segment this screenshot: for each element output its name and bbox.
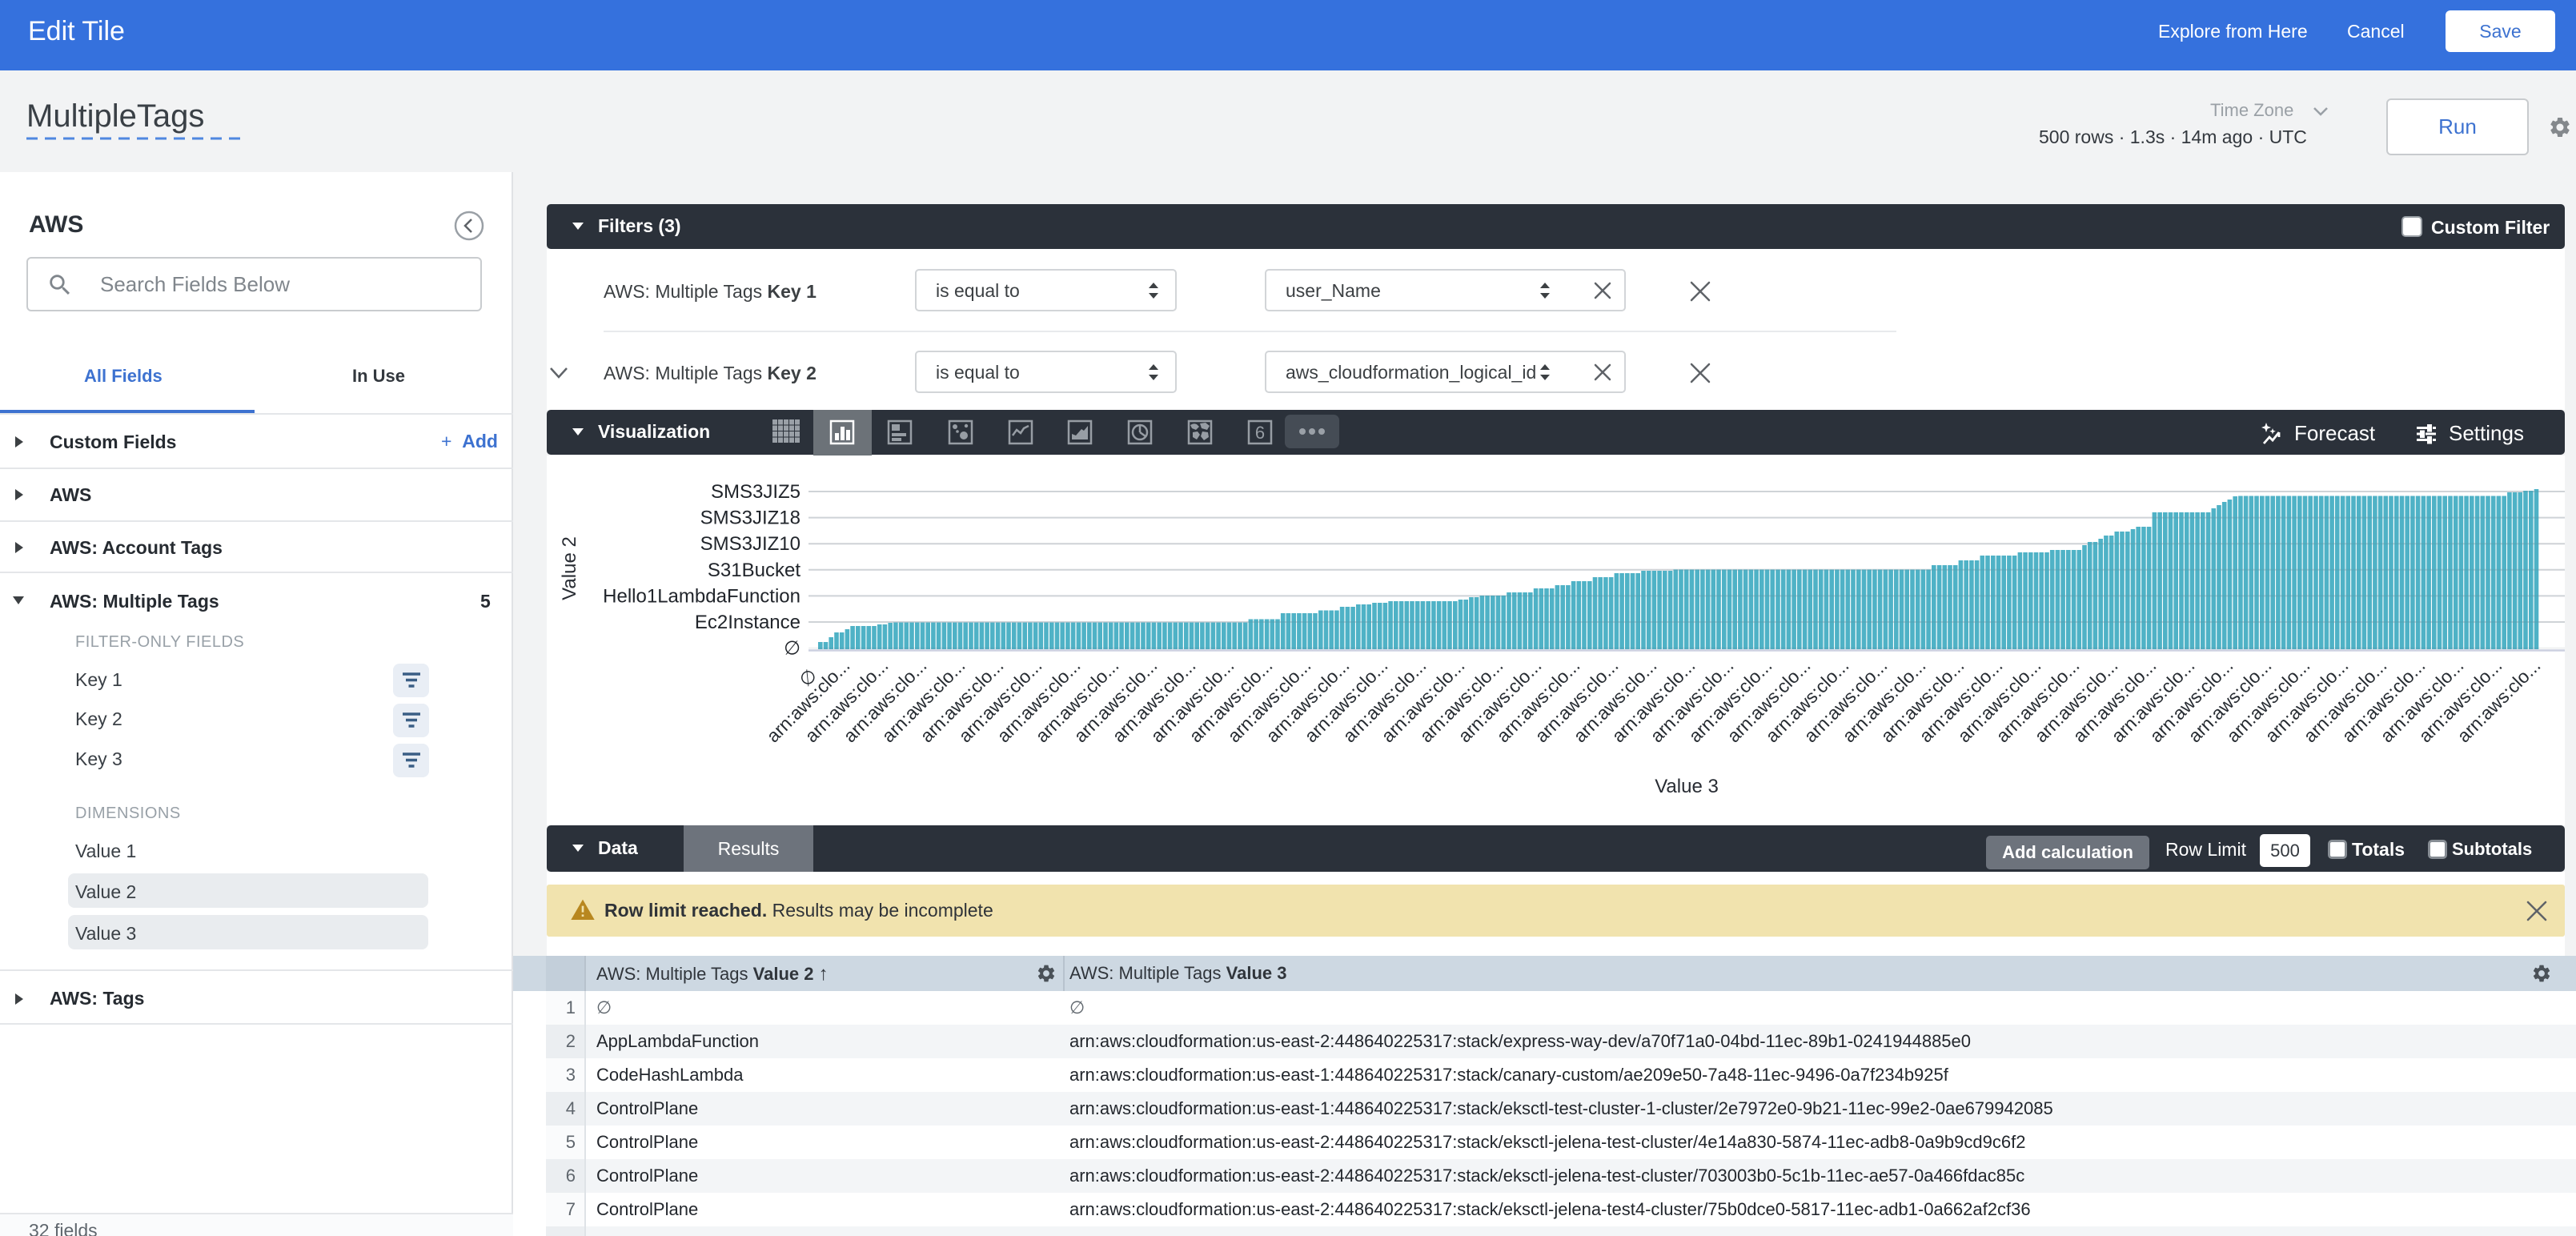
svg-text:6: 6 (1255, 423, 1265, 443)
svg-text:SMS3JIZ18: SMS3JIZ18 (700, 508, 800, 529)
svg-text:SMS3JIZ5: SMS3JIZ5 (711, 481, 800, 503)
svg-text:Value 2: Value 2 (559, 536, 580, 600)
svg-text:Hello1LambdaFunction: Hello1LambdaFunction (603, 585, 800, 607)
svg-text:S31Bucket: S31Bucket (708, 560, 800, 581)
svg-text:Ec2Instance: Ec2Instance (695, 612, 800, 633)
svg-text:SMS3JIZ10: SMS3JIZ10 (700, 533, 800, 555)
svg-text:∅: ∅ (784, 638, 800, 660)
svg-text:Value 3: Value 3 (1655, 776, 1719, 797)
